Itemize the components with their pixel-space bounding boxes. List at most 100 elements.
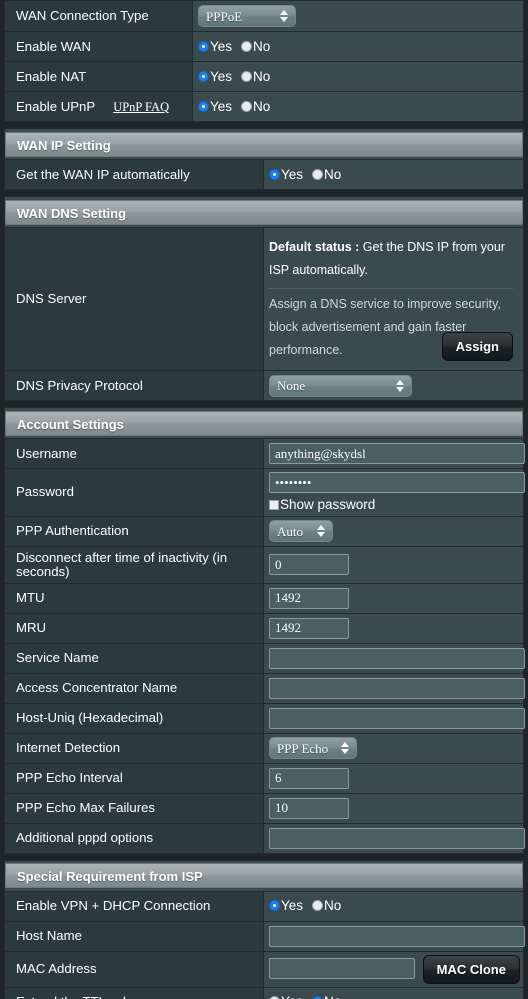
additional-pppd-options-label: Additional pppd options	[5, 822, 264, 853]
get-wan-ip-no-label: No	[324, 166, 342, 182]
password-input[interactable]	[269, 472, 525, 493]
radio-dot-icon	[312, 168, 324, 180]
access-concentrator-cell	[264, 672, 525, 703]
service-name-input[interactable]	[269, 647, 525, 669]
extend-ttl-no[interactable]: No	[312, 994, 341, 999]
enable-vpn-dhcp-no-label: No	[324, 898, 342, 913]
table-row: Get the WAN IP automatically Yes No	[5, 159, 523, 189]
host-name-input[interactable]	[269, 925, 525, 947]
ppp-echo-max-failures-cell	[264, 792, 523, 823]
enable-vpn-dhcp-cell: Yes No	[264, 890, 523, 921]
table-row: Enable UPnP UPnP FAQ Yes No	[5, 91, 523, 121]
enable-nat-yes-label: Yes	[210, 68, 233, 84]
wan-connection-type-cell: PPPoE	[193, 1, 523, 31]
dns-privacy-protocol-select[interactable]: None	[269, 374, 412, 397]
mtu-input[interactable]	[269, 587, 349, 609]
table-row: Extend the TTL value Yes No	[5, 986, 523, 999]
dns-privacy-protocol-select-wrap: None	[269, 374, 412, 397]
isp-requirement-table: Special Requirement from ISP Enable VPN …	[4, 859, 525, 999]
account-settings-table: Account Settings Username Password Show …	[4, 407, 525, 854]
enable-nat-yes[interactable]: Yes	[198, 69, 232, 84]
table-row: Internet Detection PPP Echo	[5, 732, 523, 763]
extend-ttl-radio-group: Yes No	[269, 994, 341, 999]
additional-pppd-options-cell	[264, 822, 525, 853]
extend-ttl-cell: Yes No	[264, 986, 523, 999]
ppp-echo-max-failures-input[interactable]	[269, 797, 349, 819]
get-wan-ip-automatically-label: Get the WAN IP automatically	[5, 159, 264, 189]
password-label: Password	[5, 468, 264, 516]
enable-wan-cell: Yes No	[193, 31, 523, 61]
extend-ttl-label: Extend the TTL value	[5, 986, 264, 999]
ppp-authentication-cell: Auto	[264, 515, 523, 546]
dns-divider	[269, 288, 513, 289]
table-row: DNS Server Default status : Get the DNS …	[5, 227, 523, 370]
extend-ttl-no-label: No	[324, 994, 341, 999]
dns-status-prefix: Default status :	[269, 240, 360, 254]
table-row: Additional pppd options	[5, 822, 525, 853]
get-wan-ip-automatically-cell: Yes No	[264, 159, 523, 189]
radio-dot-icon	[241, 40, 253, 52]
enable-nat-cell: Yes No	[193, 61, 523, 91]
enable-nat-no[interactable]: No	[241, 69, 270, 84]
table-row: Enable VPN + DHCP Connection Yes No	[5, 890, 523, 921]
mac-clone-button[interactable]: MAC Clone	[422, 954, 520, 984]
isp-section-header-cell: Special Requirement from ISP	[5, 861, 523, 891]
enable-upnp-yes[interactable]: Yes	[198, 99, 232, 114]
table-row: MAC Address MAC Clone	[5, 950, 523, 987]
enable-vpn-dhcp-yes[interactable]: Yes	[269, 898, 303, 913]
enable-vpn-dhcp-radio-group: Yes No	[269, 898, 341, 913]
account-section-title: Account Settings	[5, 410, 523, 436]
wan-connection-type-label: WAN Connection Type	[5, 1, 193, 31]
wan-connection-type-select[interactable]: PPPoE	[198, 5, 296, 27]
enable-upnp-no-label: No	[253, 98, 271, 114]
internet-detection-select[interactable]: PPP Echo	[269, 737, 357, 759]
service-name-cell	[264, 642, 525, 673]
table-row: Username	[5, 438, 525, 468]
mtu-label: MTU	[5, 582, 264, 613]
enable-upnp-label: Enable UPnP	[16, 98, 96, 114]
ppp-authentication-select[interactable]: Auto	[269, 520, 333, 542]
enable-wan-radio-group: Yes No	[198, 39, 270, 54]
enable-nat-radio-group: Yes No	[198, 69, 270, 84]
table-row: PPP Authentication Auto	[5, 515, 523, 546]
upnp-faq-link[interactable]: UPnP FAQ	[113, 100, 169, 114]
host-uniq-input[interactable]	[269, 707, 525, 729]
access-concentrator-input[interactable]	[269, 677, 525, 699]
isp-section-header-row: Special Requirement from ISP	[5, 861, 523, 891]
enable-wan-yes[interactable]: Yes	[198, 39, 232, 54]
table-row: Disconnect after time of inactivity (in …	[5, 545, 523, 583]
table-row: Service Name	[5, 642, 525, 673]
wan-dns-table: WAN DNS Setting DNS Server Default statu…	[4, 196, 524, 401]
mac-address-input[interactable]	[269, 957, 415, 979]
enable-upnp-radio-group: Yes No	[198, 99, 270, 114]
radio-dot-icon	[198, 100, 209, 112]
ppp-echo-interval-input[interactable]	[269, 767, 349, 789]
extend-ttl-yes[interactable]: Yes	[269, 994, 303, 999]
mru-input[interactable]	[269, 617, 349, 639]
table-row: Enable NAT Yes No	[5, 61, 523, 91]
table-row: Host-Uniq (Hexadecimal)	[5, 702, 525, 733]
enable-wan-no[interactable]: No	[241, 39, 270, 54]
host-uniq-cell	[264, 702, 525, 733]
enable-vpn-dhcp-no[interactable]: No	[312, 898, 341, 913]
enable-nat-no-label: No	[253, 68, 271, 84]
table-row: MTU	[5, 582, 523, 613]
host-name-label: Host Name	[5, 920, 264, 951]
service-name-label: Service Name	[5, 642, 264, 673]
show-password-toggle[interactable]: Show password	[269, 497, 375, 512]
radio-dot-icon	[241, 100, 253, 112]
username-input[interactable]	[269, 443, 525, 464]
password-cell: Show password	[264, 468, 525, 516]
dns-privacy-protocol-label: DNS Privacy Protocol	[5, 370, 264, 400]
assign-button[interactable]: Assign	[441, 332, 513, 361]
additional-pppd-options-input[interactable]	[269, 827, 525, 849]
disconnect-inactivity-input[interactable]	[269, 554, 349, 575]
enable-wan-label: Enable WAN	[5, 31, 193, 61]
get-wan-ip-yes[interactable]: Yes	[269, 167, 303, 182]
radio-dot-icon	[312, 900, 324, 911]
get-wan-ip-no[interactable]: No	[312, 167, 341, 182]
radio-dot-icon	[269, 168, 280, 180]
dns-server-label: DNS Server	[5, 227, 264, 370]
username-label: Username	[5, 438, 264, 468]
enable-upnp-no[interactable]: No	[241, 99, 270, 114]
